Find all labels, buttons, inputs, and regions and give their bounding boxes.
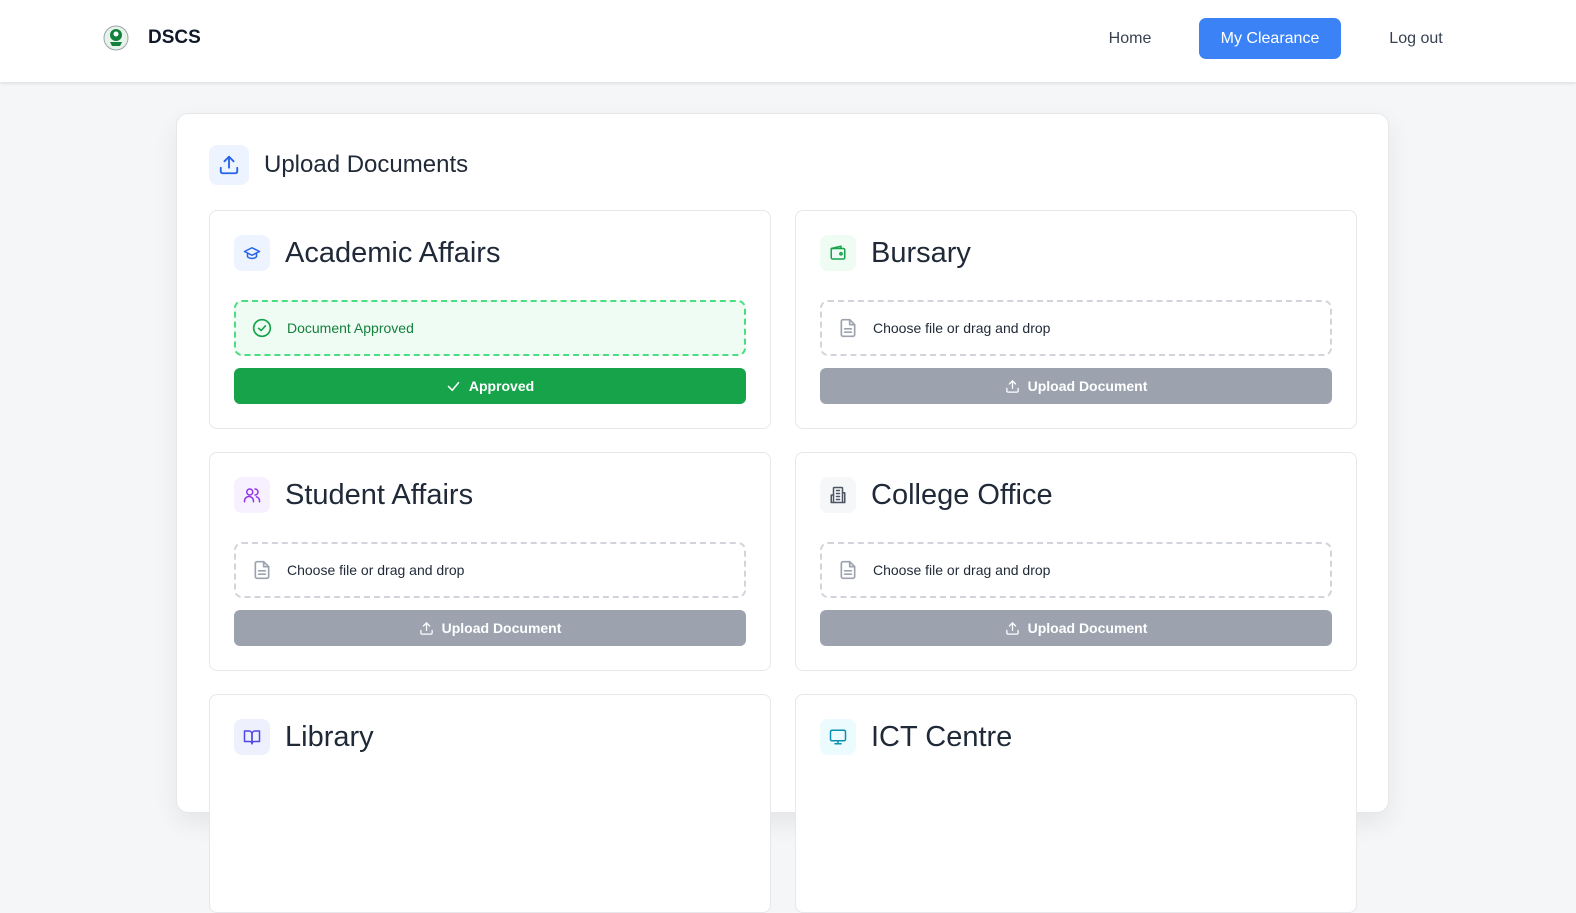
card-college-office: College Office Choose file or drag and d… <box>795 452 1357 671</box>
card-bursary: Bursary Choose file or drag and drop Upl… <box>795 210 1357 429</box>
upload-document-button[interactable]: Upload Document <box>820 610 1332 646</box>
card-header: Bursary <box>820 235 971 271</box>
status-text: Document Approved <box>287 320 414 336</box>
wallet-icon <box>820 235 856 271</box>
building-icon <box>820 477 856 513</box>
button-label: Upload Document <box>1027 620 1148 636</box>
dropzone-text: Choose file or drag and drop <box>287 562 465 578</box>
top-navbar: DSCS Home My Clearance Log out <box>0 0 1576 82</box>
card-header: College Office <box>820 477 1053 513</box>
approved-button[interactable]: Approved <box>234 368 746 404</box>
upload-icon <box>419 621 433 635</box>
card-academic-affairs: Academic Affairs Document Approved Appro… <box>209 210 771 429</box>
dropzone-text: Choose file or drag and drop <box>873 562 1051 578</box>
button-label: Approved <box>468 378 535 394</box>
file-icon <box>840 560 856 580</box>
file-dropzone[interactable]: Choose file or drag and drop <box>820 300 1332 356</box>
upload-icon <box>1005 621 1019 635</box>
page-title: Upload Documents <box>264 151 469 178</box>
card-header: Academic Affairs <box>234 235 500 271</box>
check-icon <box>447 381 460 391</box>
card-library: Library <box>209 694 771 913</box>
nav-my-clearance-button[interactable]: My Clearance <box>1199 18 1341 59</box>
card-title: Academic Affairs <box>285 236 501 269</box>
card-title: College Office <box>871 478 1053 511</box>
nav-home-link[interactable]: Home <box>1092 18 1168 59</box>
users-icon <box>234 477 270 513</box>
upload-document-button[interactable]: Upload Document <box>820 368 1332 404</box>
upload-icon <box>1005 379 1019 393</box>
button-label: Upload Document <box>1027 378 1148 394</box>
card-title: Library <box>285 720 374 753</box>
file-icon <box>840 318 856 338</box>
check-circle-icon <box>252 318 272 338</box>
card-title: Bursary <box>871 236 971 269</box>
panel-header: Upload Documents <box>209 145 468 185</box>
card-ict-centre: ICT Centre <box>795 694 1357 913</box>
nav-links: Home My Clearance Log out <box>0 18 1576 59</box>
file-icon <box>254 560 270 580</box>
button-label: Upload Document <box>441 620 562 636</box>
graduation-cap-icon <box>234 235 270 271</box>
upload-panel: Upload Documents Academic Affairs Docume… <box>176 113 1389 913</box>
approved-status-box: Document Approved <box>234 300 746 356</box>
monitor-icon <box>820 719 856 755</box>
card-title: Student Affairs <box>285 478 474 511</box>
dropzone-text: Choose file or drag and drop <box>873 320 1051 336</box>
nav-logout-link[interactable]: Log out <box>1372 18 1460 59</box>
upload-icon <box>209 145 249 185</box>
upload-document-button[interactable]: Upload Document <box>234 610 746 646</box>
card-header: Student Affairs <box>234 477 473 513</box>
file-dropzone[interactable]: Choose file or drag and drop <box>820 542 1332 598</box>
file-dropzone[interactable]: Choose file or drag and drop <box>234 542 746 598</box>
book-open-icon <box>234 719 270 755</box>
card-header: Library <box>234 719 374 755</box>
card-title: ICT Centre <box>871 720 1013 753</box>
card-header: ICT Centre <box>820 719 1012 755</box>
card-student-affairs: Student Affairs Choose file or drag and … <box>209 452 771 671</box>
